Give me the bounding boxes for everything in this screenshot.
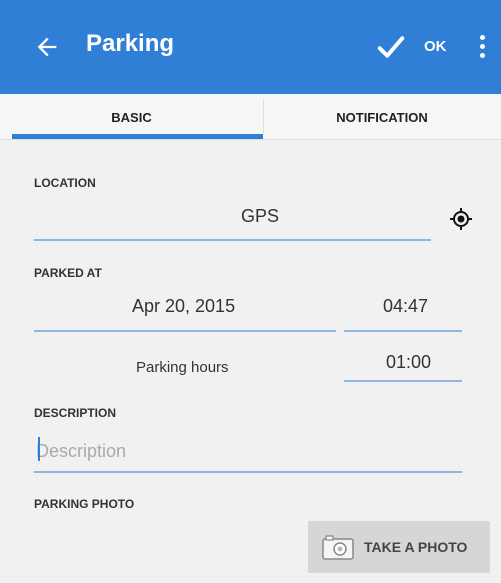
date-field[interactable]: Apr 20, 2015 [132, 296, 235, 317]
arrow-back-icon[interactable] [33, 33, 61, 61]
description-underline [34, 471, 462, 473]
parked-at-label: PARKED AT [34, 266, 102, 280]
text-cursor [38, 437, 40, 461]
app-bar: Parking OK [0, 0, 501, 94]
location-field[interactable]: GPS [241, 206, 279, 227]
check-icon[interactable] [376, 32, 406, 62]
description-label: DESCRIPTION [34, 406, 117, 420]
time-underline [344, 330, 462, 332]
parking-hours-field[interactable]: 01:00 [386, 352, 431, 373]
more-vert-icon[interactable] [478, 35, 486, 59]
tab-notification[interactable]: NOTIFICATION [263, 94, 501, 140]
crosshair-icon[interactable] [449, 207, 473, 231]
parking-photo-label: PARKING PHOTO [34, 497, 135, 511]
time-field[interactable]: 04:47 [383, 296, 428, 317]
location-underline [34, 239, 431, 241]
parking-hours-label: Parking hours [136, 359, 229, 376]
ok-button[interactable]: OK [424, 38, 447, 55]
description-input[interactable] [36, 436, 466, 466]
date-underline [34, 330, 336, 332]
parking-hours-underline [344, 380, 462, 382]
location-label: LOCATION [34, 176, 96, 190]
camera-icon [322, 535, 354, 560]
tab-indicator [12, 134, 263, 139]
take-photo-button[interactable]: TAKE A PHOTO [308, 521, 490, 573]
take-photo-label: TAKE A PHOTO [364, 539, 468, 555]
page-title: Parking [86, 30, 175, 57]
